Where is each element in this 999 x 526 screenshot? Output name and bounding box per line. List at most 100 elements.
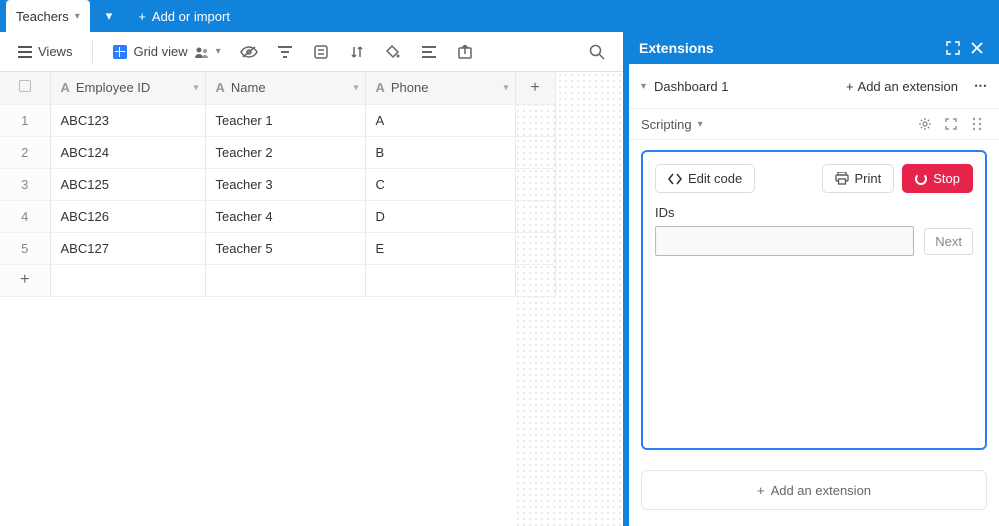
cell-employee-id[interactable]: ABC124 [50, 136, 205, 168]
grid-view-button[interactable]: Grid view ▾ [107, 40, 226, 63]
row-height-button[interactable] [415, 38, 443, 66]
gear-icon [918, 117, 932, 131]
spinner-icon [915, 173, 927, 185]
add-column-button[interactable]: + [515, 72, 555, 104]
row-number: 2 [0, 136, 50, 168]
row-number: 4 [0, 200, 50, 232]
dashboard-name[interactable]: Dashboard 1 [654, 79, 728, 94]
grid-view-label: Grid view [133, 44, 187, 59]
scripting-extension-card: Edit code Print Stop IDs [641, 150, 987, 450]
print-button[interactable]: Print [822, 164, 895, 193]
sort-button[interactable] [343, 38, 371, 66]
filter-icon [278, 46, 292, 58]
ids-input[interactable] [655, 226, 914, 256]
row-number: 5 [0, 232, 50, 264]
cell-empty [515, 168, 555, 200]
column-header-employee-id[interactable]: AEmployee ID ▾ [50, 72, 205, 104]
add-or-import-button[interactable]: + Add or import [128, 0, 240, 32]
paint-bucket-icon [386, 45, 400, 59]
cell-phone[interactable]: B [365, 136, 515, 168]
cell-employee-id[interactable]: ABC123 [50, 104, 205, 136]
table-row[interactable]: 2ABC124Teacher 2B [0, 136, 555, 168]
sort-icon [350, 45, 364, 59]
tab-overflow-button[interactable]: ▾ [96, 0, 123, 32]
table-tab-teachers[interactable]: Teachers ▾ [6, 0, 90, 32]
cell-empty [515, 136, 555, 168]
cell-employee-id[interactable]: ABC125 [50, 168, 205, 200]
text-field-icon: A [376, 80, 385, 95]
extension-expand-button[interactable] [941, 114, 961, 134]
filter-button[interactable] [271, 38, 299, 66]
plus-icon: + [757, 483, 765, 498]
extension-settings-button[interactable] [915, 114, 935, 134]
views-button[interactable]: Views [12, 40, 78, 63]
cell-employee-id[interactable]: ABC126 [50, 200, 205, 232]
cell-name[interactable]: Teacher 3 [205, 168, 365, 200]
search-icon [589, 44, 605, 60]
expand-icon [945, 118, 957, 130]
edit-code-button[interactable]: Edit code [655, 164, 755, 193]
cell-name[interactable]: Teacher 1 [205, 104, 365, 136]
checkbox-icon [19, 80, 31, 92]
code-icon [668, 173, 682, 185]
cell-phone[interactable]: D [365, 200, 515, 232]
chevron-down-icon: ▾ [353, 82, 358, 93]
cell-empty [515, 104, 555, 136]
scripting-title[interactable]: Scripting [641, 117, 692, 132]
close-extensions-button[interactable] [965, 36, 989, 60]
chevron-down-icon: ▾ [216, 46, 221, 57]
table-row[interactable]: 5ABC127Teacher 5E [0, 232, 555, 264]
extension-drag-handle[interactable] [967, 114, 987, 134]
chevron-down-icon: ▾ [503, 82, 508, 93]
cell-empty [515, 232, 555, 264]
cell-empty [515, 200, 555, 232]
cell-name[interactable]: Teacher 2 [205, 136, 365, 168]
plus-icon: + [138, 9, 146, 24]
divider [92, 41, 93, 63]
hide-fields-button[interactable] [235, 38, 263, 66]
plus-icon: + [846, 79, 854, 94]
expand-extensions-button[interactable] [941, 36, 965, 60]
expand-icon [946, 41, 960, 55]
table-row[interactable]: 4ABC126Teacher 4D [0, 200, 555, 232]
eye-off-icon [240, 46, 258, 58]
dashboard-more-button[interactable]: ⋯ [974, 78, 987, 94]
text-field-icon: A [61, 80, 70, 95]
table-row[interactable]: 1ABC123Teacher 1A [0, 104, 555, 136]
cell-phone[interactable]: A [365, 104, 515, 136]
add-or-import-label: Add or import [152, 9, 230, 24]
cell-employee-id[interactable]: ABC127 [50, 232, 205, 264]
extensions-title: Extensions [639, 40, 714, 56]
plus-icon: + [530, 79, 539, 96]
chevron-down-icon: ▾ [698, 119, 703, 130]
add-row-button[interactable]: + [0, 264, 50, 296]
ids-input-label: IDs [655, 205, 973, 220]
people-icon [194, 46, 210, 58]
search-button[interactable] [583, 38, 611, 66]
add-extension-row[interactable]: + Add an extension [641, 470, 987, 510]
cell-phone[interactable]: C [365, 168, 515, 200]
grid-icon [113, 45, 127, 59]
cell-name[interactable]: Teacher 4 [205, 200, 365, 232]
add-extension-button[interactable]: + Add an extension [846, 79, 958, 94]
table-row[interactable]: 3ABC125Teacher 3C [0, 168, 555, 200]
views-label: Views [38, 44, 72, 59]
printer-icon [835, 172, 849, 185]
chevron-down-icon: ▾ [75, 11, 80, 22]
share-icon [458, 45, 472, 59]
cell-name[interactable]: Teacher 5 [205, 232, 365, 264]
chevron-down-icon: ▾ [193, 82, 198, 93]
collapse-dashboard-icon[interactable]: ▾ [641, 81, 646, 92]
row-number: 3 [0, 168, 50, 200]
column-header-name[interactable]: AName ▾ [205, 72, 365, 104]
select-all-header[interactable] [0, 72, 50, 104]
color-button[interactable] [379, 38, 407, 66]
share-view-button[interactable] [451, 38, 479, 66]
drag-handle-icon [972, 117, 982, 131]
next-button[interactable]: Next [924, 228, 973, 255]
stop-button[interactable]: Stop [902, 164, 973, 193]
group-button[interactable] [307, 38, 335, 66]
data-table: AEmployee ID ▾ AName ▾ APhone ▾ + [0, 72, 556, 297]
column-header-phone[interactable]: APhone ▾ [365, 72, 515, 104]
cell-phone[interactable]: E [365, 232, 515, 264]
